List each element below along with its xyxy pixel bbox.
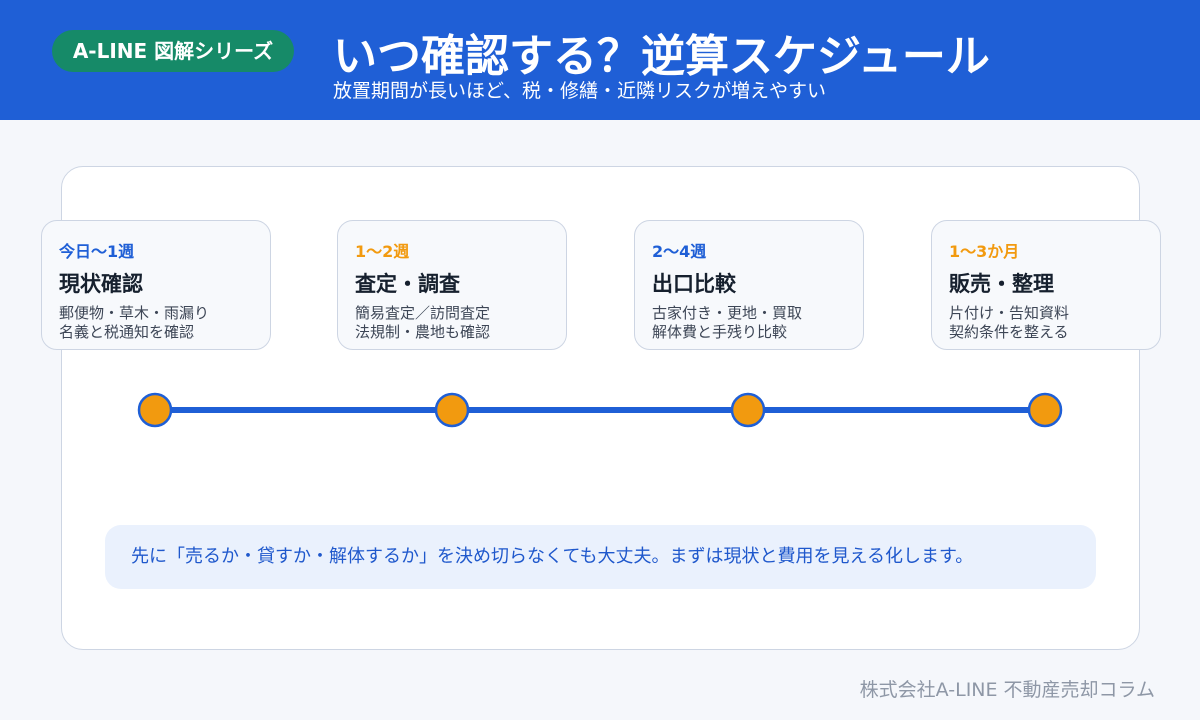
stage-description: 片付け・告知資料 契約条件を整える [949,304,1160,342]
advice-note: 先に「売るか・貸すか・解体するか」を決め切らなくても大丈夫。まずは現状と費用を見… [105,525,1096,589]
stage-description: 古家付き・更地・買取 解体費と手残り比較 [652,304,863,342]
header-banner: A-LINE 図解シリーズ いつ確認する？逆算スケジュール 放置期間が長いほど、… [0,0,1200,120]
stage-description-line: 法規制・農地も確認 [355,323,491,341]
footer-credit: 株式会社A-LINE 不動産売却コラム [859,679,1155,701]
stage-card-current-check: 今日〜1週 現状確認 郵便物・草木・雨漏り 名義と税通知を確認 [41,220,271,350]
stage-description-line: 名義と税通知を確認 [59,323,195,341]
stage-period: 1〜2週 [355,242,410,261]
stage-description: 郵便物・草木・雨漏り 名義と税通知を確認 [59,304,270,342]
stage-title: 販売・整理 [949,272,1054,296]
stage-description-line: 古家付き・更地・買取 [652,304,803,322]
stage-card-appraisal: 1〜2週 査定・調査 簡易査定／訪問査定 法規制・農地も確認 [337,220,567,350]
stage-description-line: 簡易査定／訪問査定 [355,304,491,322]
stage-title: 出口比較 [652,272,736,296]
stage-description-line: 解体費と手残り比較 [652,323,788,341]
stage-description-line: 片付け・告知資料 [949,304,1070,322]
stage-description-line: 契約条件を整える [949,323,1069,341]
page-title: いつ確認する？逆算スケジュール [333,31,990,82]
stage-description-line: 郵便物・草木・雨漏り [59,304,210,322]
series-badge: A-LINE 図解シリーズ [52,30,294,72]
stage-title: 現状確認 [59,272,143,296]
stage-period: 1〜3か月 [949,242,1020,261]
stage-period: 2〜4週 [652,242,707,261]
stage-description: 簡易査定／訪問査定 法規制・農地も確認 [355,304,566,342]
page-subtitle: 放置期間が長いほど、税・修繕・近隣リスクが増えやすい [333,80,827,102]
stage-title: 査定・調査 [355,272,460,296]
stage-card-exit-comparison: 2〜4週 出口比較 古家付き・更地・買取 解体費と手残り比較 [634,220,864,350]
stage-period: 今日〜1週 [59,242,135,261]
stage-card-sale: 1〜3か月 販売・整理 片付け・告知資料 契約条件を整える [931,220,1161,350]
